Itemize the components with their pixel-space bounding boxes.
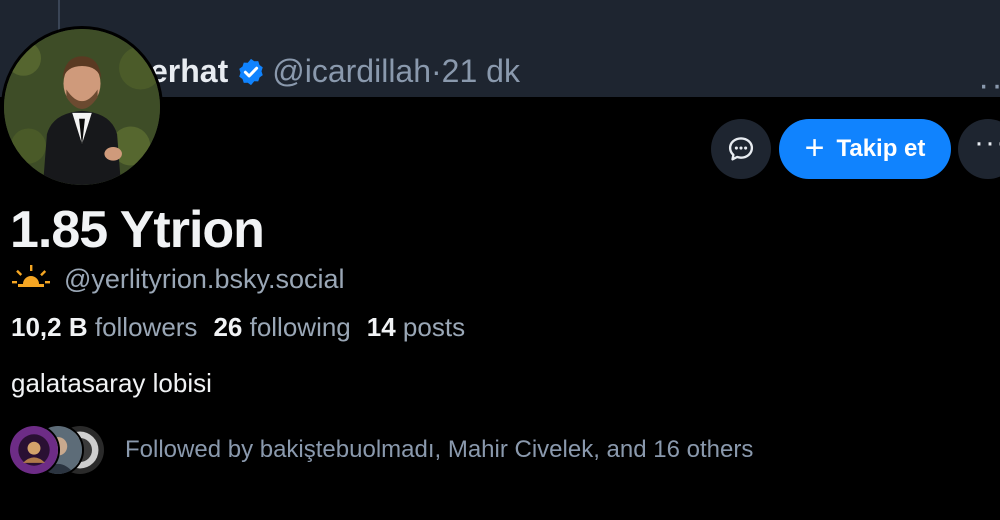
message-button[interactable]: [711, 119, 771, 179]
verified-badge-icon: [236, 57, 266, 87]
profile-bio: galatasaray lobisi: [11, 368, 212, 398]
followers-stat[interactable]: 10,2 B followers: [11, 312, 197, 343]
posts-label: posts: [402, 312, 466, 342]
followers-count: 10,2 B: [11, 312, 88, 342]
follow-button-label: Takip et: [836, 135, 926, 162]
avatar-image: [4, 29, 160, 185]
followers-label: followers: [94, 312, 198, 342]
follower-avatar: [8, 424, 60, 476]
followed-by-row[interactable]: Followed by bakiştebuolmadı, Mahir Civel…: [8, 424, 753, 476]
follow-button[interactable]: + Takip et: [779, 119, 951, 179]
thread-line: [58, 0, 60, 30]
posts-count: 14: [366, 312, 396, 342]
banner-post-header: erhat @icardillah·21 dk: [150, 52, 520, 90]
post-more-icon: ··: [978, 66, 1000, 97]
post-time: 21 dk: [441, 53, 520, 89]
more-options-button[interactable]: ···: [958, 119, 1000, 179]
profile-stats: 10,2 B followers 26 following 14 posts: [11, 312, 465, 343]
profile-avatar[interactable]: [1, 26, 163, 188]
plus-icon: +: [804, 128, 825, 167]
following-label: following: [249, 312, 351, 342]
post-separator: ·: [431, 53, 442, 89]
follower-avatars: [8, 424, 108, 476]
post-author-name: erhat: [150, 53, 229, 89]
posts-stat: 14 posts: [367, 312, 465, 343]
more-dots-icon: ···: [974, 126, 1000, 159]
profile-handle: @yerlityrion.bsky.social: [64, 264, 345, 294]
followed-by-text: Followed by bakiştebuolmadı, Mahir Civel…: [125, 436, 754, 463]
profile-handle-row: @yerlityrion.bsky.social: [12, 264, 344, 295]
following-stat[interactable]: 26 following: [213, 312, 350, 343]
post-author-handle: @icardillah: [272, 53, 432, 89]
chat-bubble-icon: [728, 137, 754, 161]
sun-icon: [12, 264, 50, 295]
following-count: 26: [213, 312, 243, 342]
profile-display-name: 1.85 Ytrion: [10, 201, 265, 259]
